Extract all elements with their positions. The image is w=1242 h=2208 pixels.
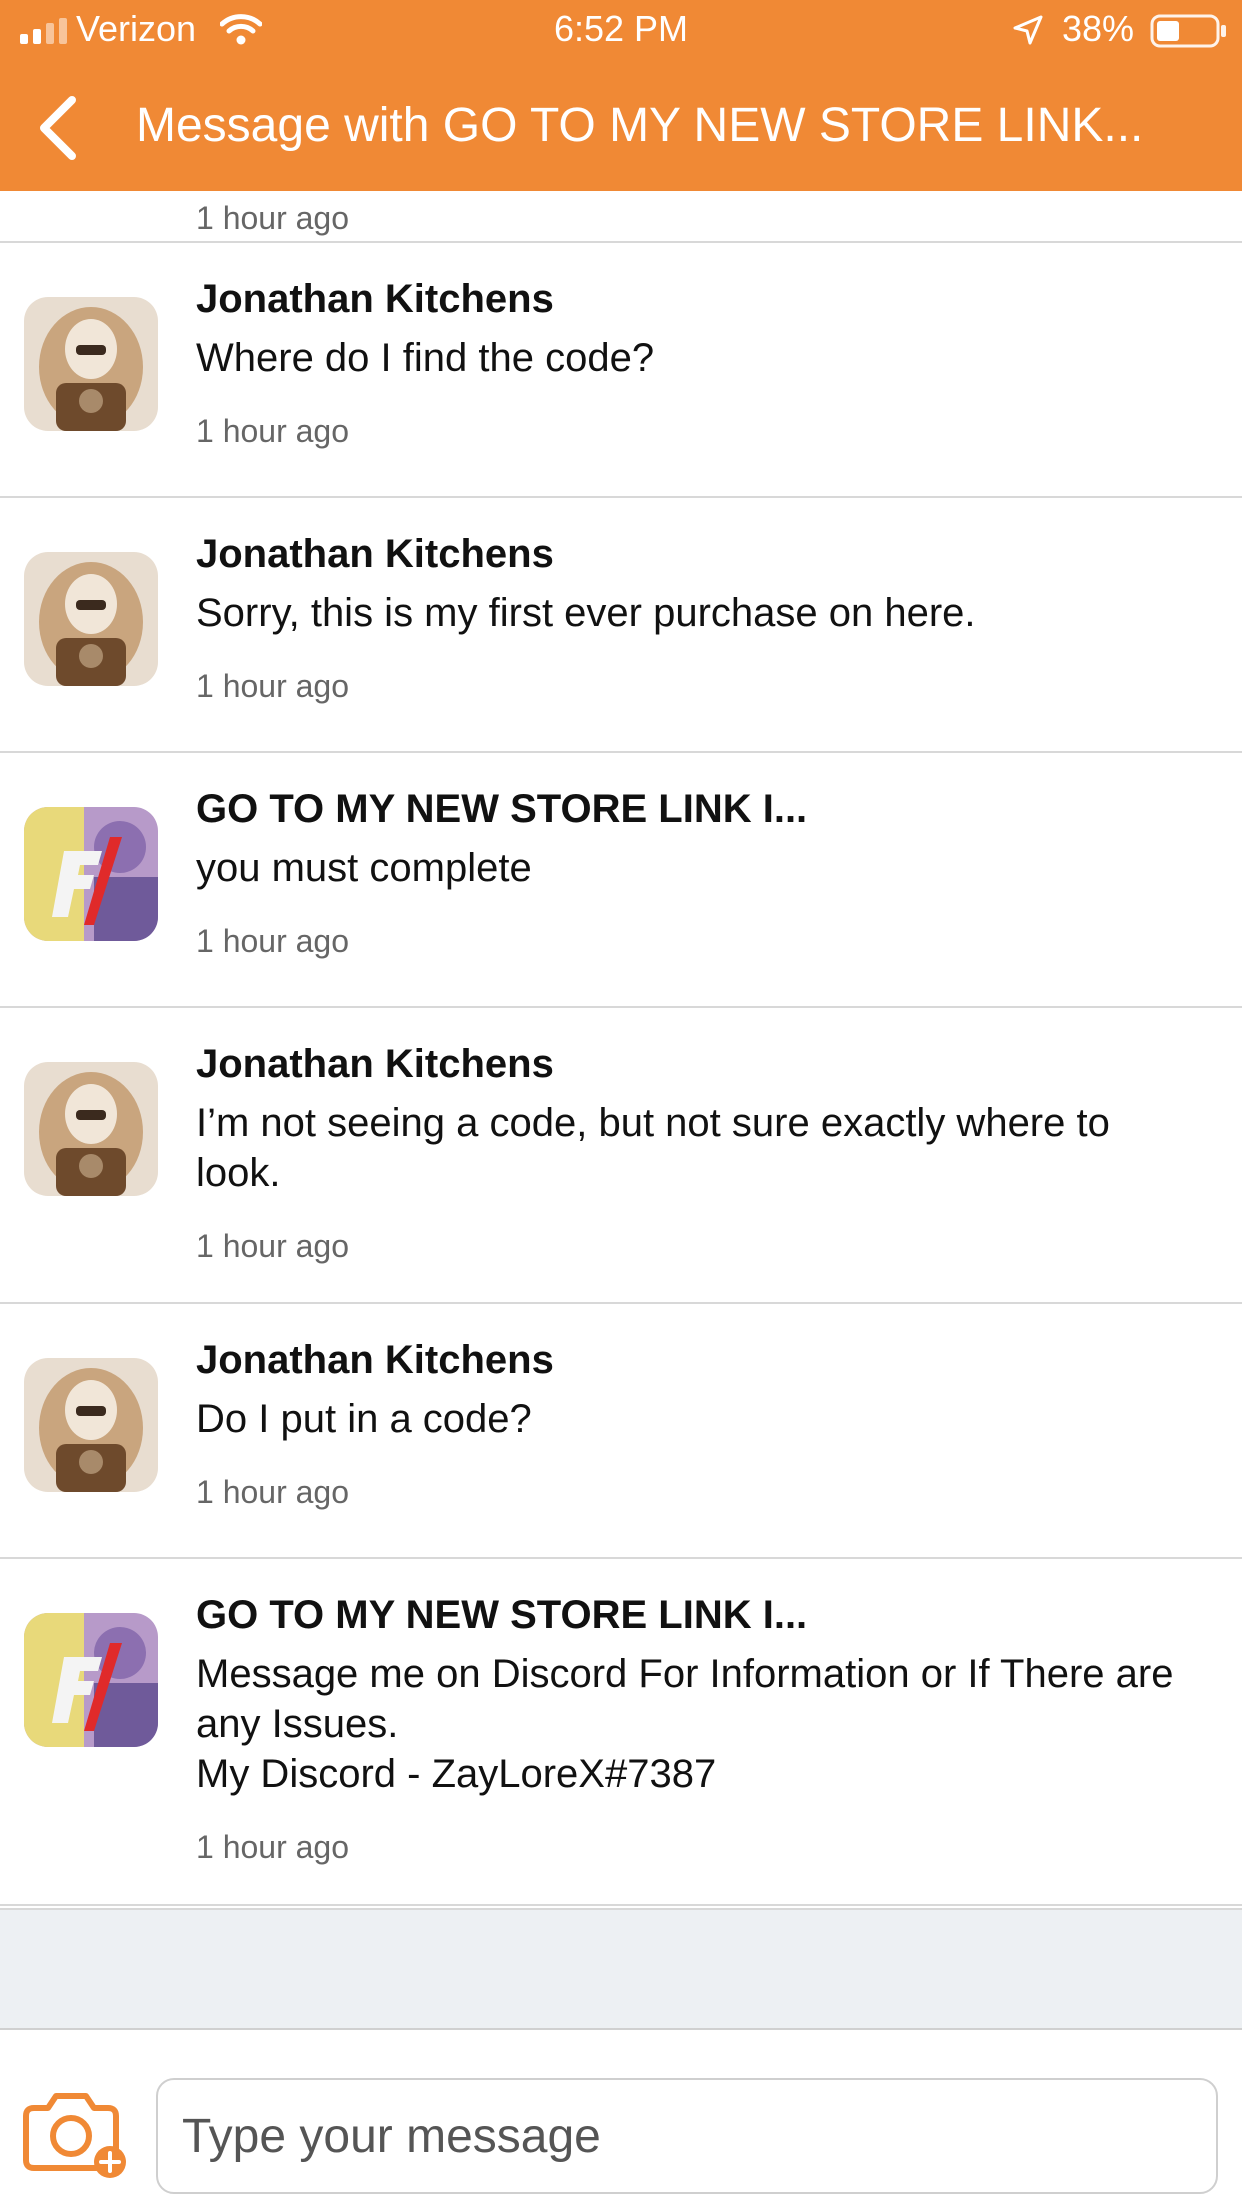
- battery-icon: [1150, 14, 1226, 48]
- message-content: Jonathan Kitchens I’m not seeing a code,…: [196, 1008, 1242, 1266]
- battery-percent: 38%: [1062, 8, 1135, 49]
- message-composer: [0, 2028, 1242, 2208]
- message-text: you must complete: [196, 846, 532, 890]
- message-content: Jonathan Kitchens Where do I find the co…: [196, 243, 1242, 451]
- message-text: Message me on Discord For Information or…: [196, 1652, 1174, 1796]
- status-bar: Verizon 6:52 PM 38%: [0, 0, 1242, 62]
- message-sender: Jonathan Kitchens: [196, 532, 554, 576]
- message-text: I’m not seeing a code, but not sure exac…: [196, 1101, 1110, 1195]
- message-text: Sorry, this is my first ever purchase on…: [196, 591, 976, 635]
- list-item[interactable]: Jonathan Kitchens Do I put in a code? 1 …: [0, 1304, 1242, 1559]
- conversation-title: Message with GO TO MY NEW STORE LINK...: [136, 99, 1144, 152]
- message-list: 1 hour ago Jonathan Kitchens Where do I …: [0, 160, 1242, 1906]
- message-content: Jonathan Kitchens Do I put in a code? 1 …: [196, 1304, 1242, 1512]
- list-footer: [0, 1908, 1242, 2028]
- messaging-screen: Verizon 6:52 PM 38% Message with GO TO M…: [0, 0, 1242, 2208]
- list-item[interactable]: Jonathan Kitchens Where do I find the co…: [0, 243, 1242, 498]
- message-time: 1 hour ago: [196, 1829, 350, 1865]
- user-avatar[interactable]: [24, 1358, 158, 1492]
- message-input[interactable]: [156, 2078, 1218, 2194]
- user-avatar[interactable]: [24, 1062, 158, 1196]
- message-content: GO TO MY NEW STORE LINK I... Message me …: [196, 1559, 1242, 1867]
- user-avatar[interactable]: [24, 552, 158, 686]
- message-sender: Jonathan Kitchens: [196, 1338, 554, 1382]
- message-text: Do I put in a code?: [196, 1397, 532, 1441]
- list-item[interactable]: Jonathan Kitchens Sorry, this is my firs…: [0, 498, 1242, 753]
- camera-add-icon[interactable]: [16, 2090, 132, 2182]
- message-text: Where do I find the code?: [196, 336, 655, 380]
- status-time: 6:52 PM: [553, 8, 689, 49]
- message-content: GO TO MY NEW STORE LINK I... you must co…: [196, 753, 1242, 961]
- list-item[interactable]: GO TO MY NEW STORE LINK I... Message me …: [0, 1559, 1242, 1906]
- message-sender: GO TO MY NEW STORE LINK I...: [196, 787, 808, 831]
- chevron-left-icon[interactable]: [24, 82, 104, 172]
- message-time: 1 hour ago: [196, 200, 350, 236]
- message-time: 1 hour ago: [196, 413, 350, 449]
- message-time: 1 hour ago: [196, 923, 350, 959]
- location-arrow-icon: [1013, 15, 1043, 45]
- list-item[interactable]: GO TO MY NEW STORE LINK I... you must co…: [0, 753, 1242, 1008]
- message-sender: GO TO MY NEW STORE LINK I...: [196, 1593, 808, 1637]
- message-sender: Jonathan Kitchens: [196, 277, 554, 321]
- app-header: Verizon 6:52 PM 38% Message with GO TO M…: [0, 0, 1242, 191]
- store-avatar[interactable]: [24, 1613, 158, 1747]
- message-time: 1 hour ago: [196, 668, 350, 704]
- message-time: 1 hour ago: [196, 1474, 350, 1510]
- navigation-bar: Message with GO TO MY NEW STORE LINK...: [0, 62, 1242, 191]
- message-sender: Jonathan Kitchens: [196, 1042, 554, 1086]
- message-time: 1 hour ago: [196, 1228, 350, 1264]
- message-content: Jonathan Kitchens Sorry, this is my firs…: [196, 498, 1242, 706]
- user-avatar[interactable]: [24, 297, 158, 431]
- store-avatar[interactable]: [24, 807, 158, 941]
- list-item[interactable]: Jonathan Kitchens I’m not seeing a code,…: [0, 1008, 1242, 1304]
